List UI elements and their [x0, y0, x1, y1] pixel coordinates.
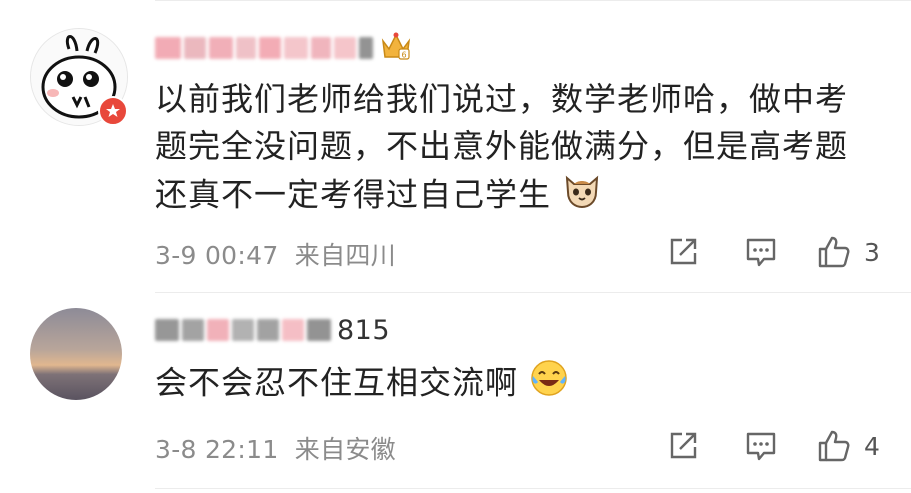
laughing-tears-icon [529, 358, 569, 411]
avatar[interactable] [30, 308, 122, 400]
svg-text:6: 6 [401, 51, 406, 60]
user-name[interactable]: 6 [155, 30, 413, 66]
comment-icon [746, 238, 776, 267]
comment-location: 来自安徽 [294, 435, 396, 464]
user-name[interactable]: 815 [155, 312, 390, 348]
cat-face-icon [562, 170, 602, 223]
comment-item: 6 以前我们老师给我们说过，数学老师哈，做中考题完全没问题，不出意外能做满分，但… [0, 0, 911, 290]
like-count: 4 [864, 431, 880, 461]
thumbs-up-icon [818, 236, 850, 268]
comment-meta: 3-8 22:11 来自安徽 [155, 430, 396, 466]
comment-actions: 3 [660, 232, 900, 272]
like-button[interactable]: 3 [816, 232, 880, 272]
like-button[interactable]: 4 [816, 426, 880, 466]
comment-actions: 4 [660, 426, 900, 466]
comment-body: 会不会忍不住互相交流啊 [155, 363, 519, 402]
verified-badge-icon [98, 96, 128, 126]
comment-body: 以前我们老师给我们说过，数学老师哈，做中考题完全没问题，不出意外能做满分，但是高… [155, 80, 849, 214]
comment-icon [746, 432, 776, 461]
blurred-username [155, 319, 331, 341]
user-name-suffix: 815 [337, 314, 391, 346]
share-button[interactable] [666, 426, 700, 466]
reply-button[interactable] [744, 426, 778, 466]
thumbs-up-icon [818, 430, 850, 462]
crown-badge-icon: 6 [379, 31, 413, 65]
reply-button[interactable] [744, 232, 778, 272]
comment-location: 来自四川 [294, 241, 396, 270]
share-icon [670, 238, 697, 265]
bottom-divider [155, 488, 911, 489]
comment-time: 3-9 00:47 [155, 241, 279, 270]
share-icon [670, 432, 697, 459]
comment-item: 815 会不会忍不住互相交流啊 3-8 22:11 来自安徽 4 [0, 292, 911, 488]
like-count: 3 [864, 237, 880, 267]
comment-text: 会不会忍不住互相交流啊 [155, 358, 875, 411]
share-button[interactable] [666, 232, 700, 272]
comment-text: 以前我们老师给我们说过，数学老师哈，做中考题完全没问题，不出意外能做满分，但是高… [155, 76, 875, 223]
blurred-username [155, 37, 373, 59]
comment-time: 3-8 22:11 [155, 435, 279, 464]
comment-meta: 3-9 00:47 来自四川 [155, 236, 396, 272]
